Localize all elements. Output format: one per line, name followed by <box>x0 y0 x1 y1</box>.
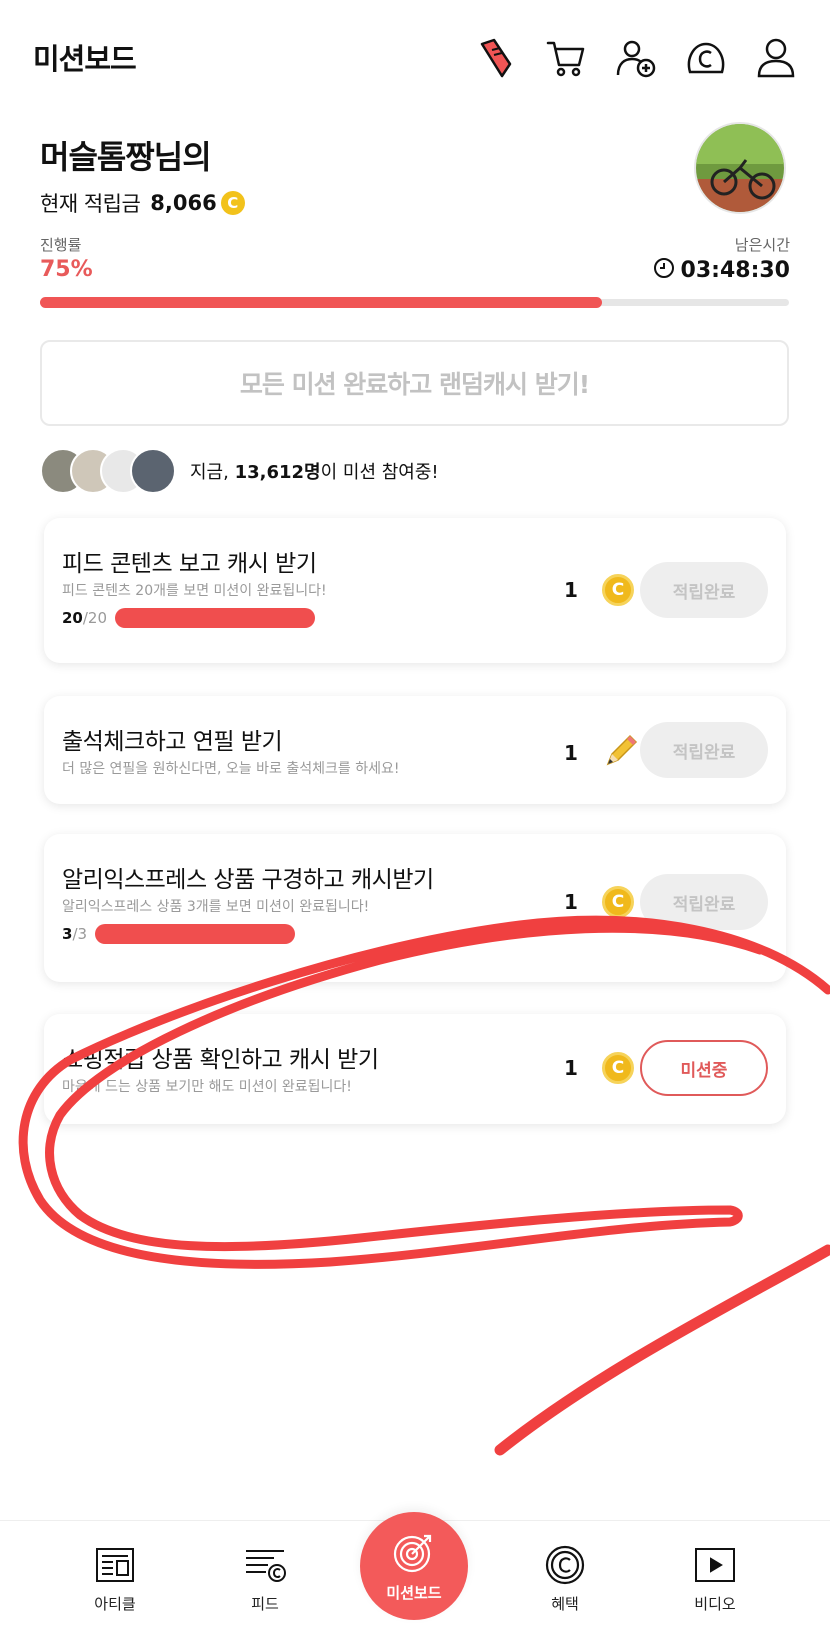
coin-icon: C <box>602 886 634 918</box>
mission-desc: 피드 콘텐츠 20개를 보면 미션이 완료됩니다! <box>62 583 327 599</box>
mission-card[interactable]: 쇼핑적립 상품 확인하고 캐시 받기 마음에 드는 상품 보기만 해도 미션이 … <box>44 1014 786 1124</box>
mission-progress: 20/20 <box>62 608 316 628</box>
benefit-icon <box>545 1545 585 1585</box>
coin-icon: C <box>602 574 634 606</box>
remaining-time-label: 남은시간 <box>734 236 790 254</box>
mission-card[interactable]: 알리익스프레스 상품 구경하고 캐시받기 알리익스프레스 상품 3개를 보면 미… <box>44 834 786 982</box>
balance-row: 현재 적립금 8,066 C <box>40 188 245 218</box>
remaining-time: 03:48:30 <box>680 257 790 283</box>
nav-article-label: 아티클 <box>94 1595 136 1613</box>
mission-progress-done: 20 <box>62 609 83 627</box>
sneaker-icon[interactable] <box>472 34 520 82</box>
reward-amount: 1 <box>564 1056 578 1080</box>
mission-card[interactable]: 피드 콘텐츠 보고 캐시 받기 피드 콘텐츠 20개를 보면 미션이 완료됩니다… <box>44 518 786 663</box>
page-title: 미션보드 <box>33 42 137 76</box>
clock-icon <box>653 257 675 283</box>
app-header: 미션보드 <box>0 0 830 110</box>
participants-row: 지금, 13,612명이 미션 참여중! <box>40 448 439 494</box>
nav-video-label: 비디오 <box>694 1595 736 1613</box>
header-icons <box>472 34 800 82</box>
nav-benefit[interactable]: 혜택 <box>510 1521 620 1635</box>
add-user-icon[interactable] <box>612 34 660 82</box>
participant-avatar <box>130 448 176 494</box>
mission-reward: 1 C <box>564 574 634 606</box>
mission-complete-button[interactable]: 적립완료 <box>640 874 768 930</box>
user-name: 머슬톰짱님의 <box>40 138 212 176</box>
mission-reward: 1 C <box>564 886 634 918</box>
profile-section: 머슬톰짱님의 현재 적립금 8,066 C <box>40 132 245 218</box>
video-icon <box>694 1545 736 1585</box>
mission-desc: 알리익스프레스 상품 3개를 보면 미션이 완료됩니다! <box>62 899 370 915</box>
mission-progress-done: 3 <box>62 925 73 943</box>
pencil-icon <box>602 732 640 774</box>
participants-count: 13,612명 <box>234 462 321 483</box>
avatar[interactable] <box>694 122 786 214</box>
progress-labels: 진행률 75% 남은시간 03:48:30 <box>40 234 790 283</box>
mission-progress: 3/3 <box>62 924 296 944</box>
nav-missionboard-label: 미션보드 <box>386 1583 442 1602</box>
coin-icon: C <box>220 191 245 215</box>
participants-suffix: 이 미션 참여중! <box>320 462 439 483</box>
target-icon <box>392 1530 436 1578</box>
progress-bar-fill <box>40 297 602 308</box>
balance-value: 8,066 <box>150 191 217 215</box>
mission-progress-bar <box>95 924 296 944</box>
coin-icon: C <box>602 1052 634 1084</box>
nav-feed-label: 피드 <box>251 1595 279 1613</box>
mission-desc: 마음에 드는 상품 보기만 해도 미션이 완료됩니다! <box>62 1079 352 1095</box>
profile-icon[interactable] <box>752 34 800 82</box>
reward-amount: 1 <box>564 741 578 765</box>
mission-title: 쇼핑적립 상품 확인하고 캐시 받기 <box>62 1047 379 1073</box>
nav-feed[interactable]: 피드 <box>210 1521 320 1635</box>
nav-video[interactable]: 비디오 <box>660 1521 770 1635</box>
mission-complete-button[interactable]: 적립완료 <box>640 722 768 778</box>
reward-amount: 1 <box>564 890 578 914</box>
mission-title: 알리익스프레스 상품 구경하고 캐시받기 <box>62 867 434 893</box>
mission-reward: 1 C <box>564 1052 634 1084</box>
nav-missionboard[interactable]: 미션보드 <box>360 1512 468 1620</box>
participant-avatars <box>40 448 176 494</box>
balance-label: 현재 적립금 <box>40 192 141 216</box>
mission-progress-total: /3 <box>72 925 88 943</box>
mission-title: 출석체크하고 연필 받기 <box>62 729 283 755</box>
nav-article[interactable]: 아티클 <box>60 1521 170 1635</box>
cart-icon[interactable] <box>542 34 590 82</box>
mission-complete-button[interactable]: 적립완료 <box>640 562 768 618</box>
mission-reward: 1 <box>564 732 640 774</box>
mission-desc: 더 많은 연필을 원하신다면, 오늘 바로 출석체크를 하세요! <box>62 761 400 777</box>
all-mission-banner[interactable]: 모든 미션 완료하고 랜덤캐시 받기! <box>40 340 789 426</box>
feed-icon <box>244 1545 286 1585</box>
article-icon <box>95 1545 135 1585</box>
cash-icon[interactable] <box>682 34 730 82</box>
participants-prefix: 지금, <box>190 462 229 483</box>
mission-title: 피드 콘텐츠 보고 캐시 받기 <box>62 551 317 577</box>
mission-in-progress-button[interactable]: 미션중 <box>640 1040 768 1096</box>
mission-card[interactable]: 출석체크하고 연필 받기 더 많은 연필을 원하신다면, 오늘 바로 출석체크를… <box>44 696 786 804</box>
reward-amount: 1 <box>564 578 578 602</box>
nav-benefit-label: 혜택 <box>551 1595 579 1613</box>
progress-bar <box>40 297 789 308</box>
mission-progress-total: /20 <box>82 609 108 627</box>
mission-progress-bar <box>115 608 316 628</box>
